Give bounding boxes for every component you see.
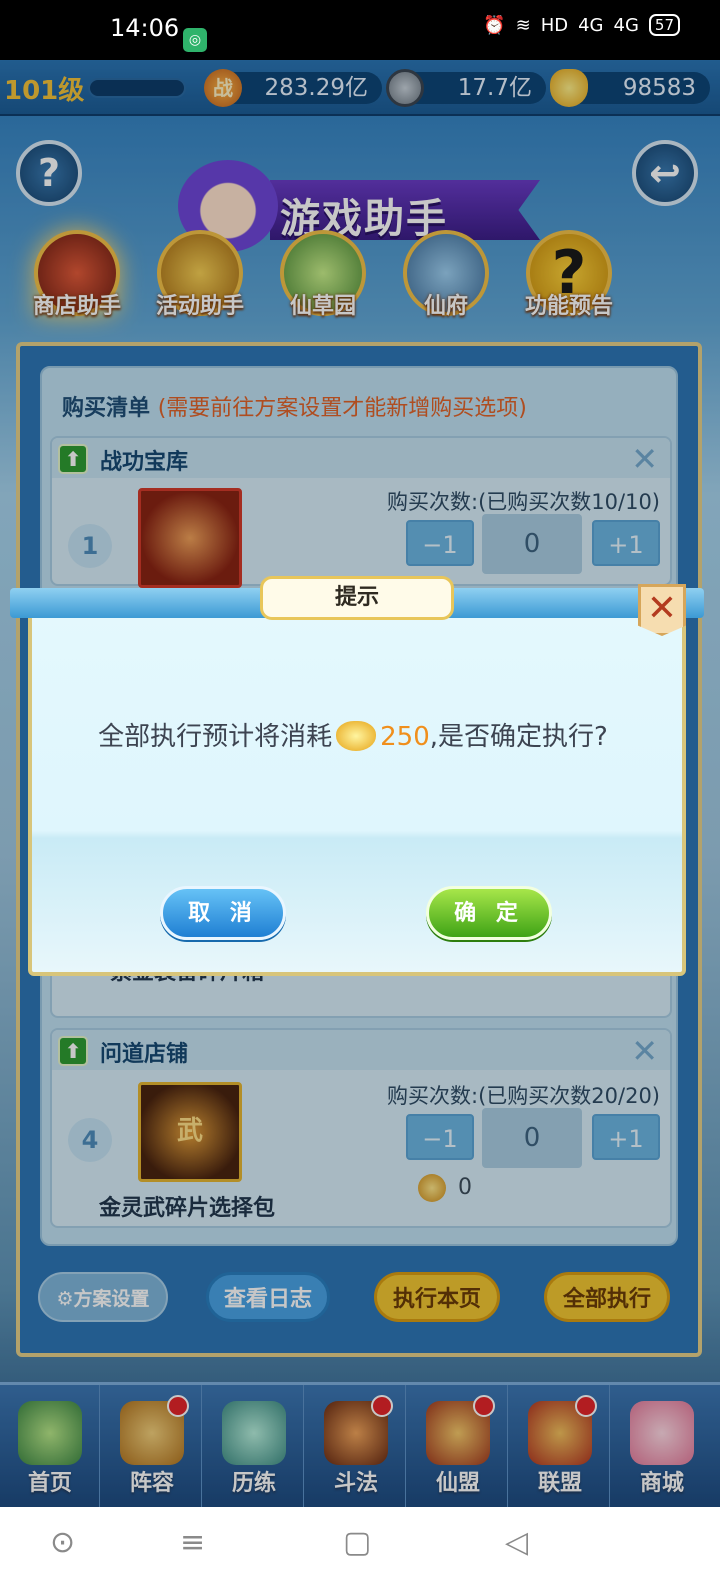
- cancel-button[interactable]: 取 消: [160, 886, 286, 940]
- gold-ingot-icon: [336, 720, 377, 751]
- confirm-dialog: 提示 ✕ 全部执行预计将消耗 250,是否确定执行? 取 消 确 定: [10, 576, 704, 976]
- dialog-message: 全部执行预计将消耗 250,是否确定执行?: [28, 716, 678, 755]
- wifi-icon: ≋: [515, 14, 531, 36]
- dialog-title: 提示: [260, 576, 454, 620]
- home-button-icon[interactable]: ▢: [343, 1525, 371, 1560]
- close-icon[interactable]: ✕: [638, 584, 686, 636]
- network-label-1: 4G: [578, 14, 604, 36]
- menu-icon[interactable]: ≡: [180, 1525, 205, 1560]
- message-prefix: 全部执行预计将消耗: [98, 722, 333, 752]
- status-bar: 14:06 ◎ ⏰ ≋ HD 4G 4G 57: [0, 0, 720, 60]
- back-icon[interactable]: ◁: [505, 1525, 528, 1560]
- status-icons: ⏰ ≋ HD 4G 4G 57: [483, 14, 680, 36]
- confirm-button[interactable]: 确 定: [426, 886, 552, 940]
- hd-label: HD: [540, 14, 569, 36]
- system-nav-bar: ⊙ ≡ ▢ ◁: [0, 1507, 720, 1584]
- alarm-icon: ⏰: [483, 14, 506, 36]
- status-time: 14:06: [110, 14, 180, 42]
- app-notification-icon: ◎: [183, 28, 207, 52]
- assistant-icon[interactable]: ⊙: [50, 1525, 75, 1560]
- message-suffix: ,是否确定执行?: [429, 722, 608, 752]
- battery-indicator: 57: [648, 14, 680, 36]
- network-label-2: 4G: [613, 14, 639, 36]
- dialog-frame: [28, 596, 686, 976]
- cost-amount: 250: [380, 722, 430, 752]
